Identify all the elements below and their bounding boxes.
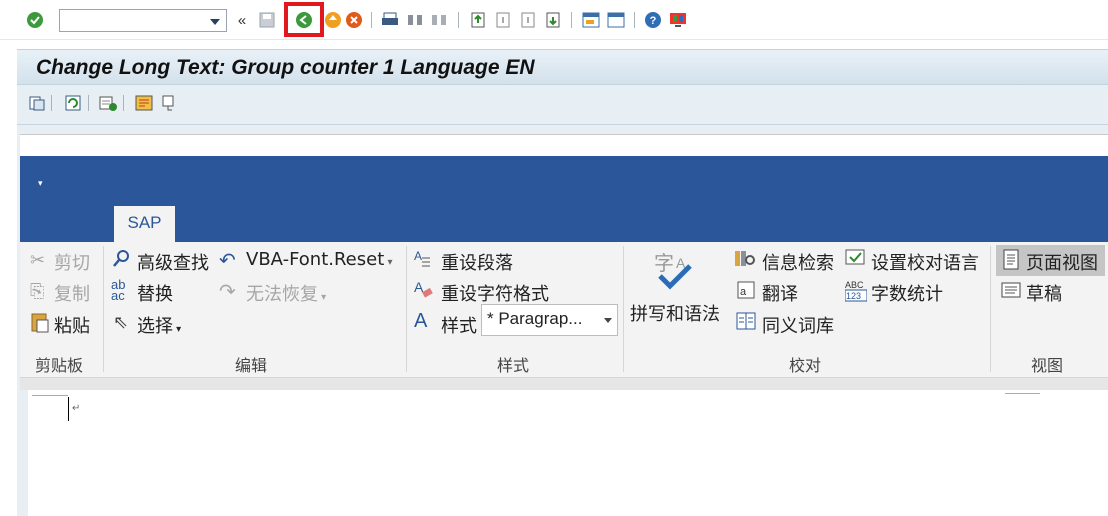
application-toolbar (17, 85, 1108, 125)
page-title: Change Long Text: Group counter 1 Langua… (36, 56, 535, 79)
word-count-button[interactable]: 字数统计 (871, 280, 943, 306)
styles-group-label: 样式 (497, 356, 530, 375)
translate-icon: a (736, 280, 756, 305)
generate-shortcut-icon[interactable] (607, 11, 625, 29)
refresh-icon[interactable] (64, 94, 82, 112)
paste-icon (30, 311, 50, 338)
margin-marker-right (1005, 393, 1040, 394)
select-cursor-icon: ⇖ (113, 312, 129, 332)
word-count-icon: ABC 123 (844, 279, 868, 308)
svg-text:a: a (740, 286, 747, 298)
styles-label: 样式 (441, 316, 477, 337)
cannot-undo-button[interactable]: 无法恢复 ▾ (246, 280, 326, 306)
thesaurus-button[interactable]: 同义词库 (762, 312, 834, 338)
vba-font-reset-button[interactable]: VBA-Font.Reset ▾ (246, 249, 392, 270)
exit-icon[interactable] (324, 11, 342, 29)
document-ruler-area (20, 378, 1108, 390)
scissors-icon: ✂ (30, 250, 46, 270)
page-view-button[interactable]: 页面视图 (1026, 249, 1098, 275)
quick-access-toolbar-icon[interactable]: ▾ (38, 178, 43, 189)
edit-group-label: 编辑 (235, 356, 268, 375)
find-icon[interactable] (406, 11, 424, 29)
command-field-dropdown-icon[interactable] (210, 19, 220, 25)
save-icon[interactable] (258, 11, 276, 29)
select-button[interactable]: 选择 ▾ (137, 312, 181, 338)
copy-icon: ⎘ (30, 281, 45, 301)
replace-icon: ab ac (111, 277, 126, 303)
undo-icon: ↶ (219, 250, 236, 272)
format-icon[interactable] (135, 94, 153, 112)
next-page-icon[interactable] (519, 11, 537, 29)
margin-marker-left (32, 395, 68, 396)
view-group-label: 视图 (1031, 356, 1064, 375)
insert-line-icon[interactable] (99, 94, 117, 112)
cut-button[interactable]: 剪切 (54, 249, 90, 275)
research-button[interactable]: 信息检索 (762, 249, 834, 275)
command-field[interactable] (59, 9, 227, 32)
search-icon (112, 249, 130, 274)
chevron-down-icon[interactable] (604, 318, 612, 323)
paste-button[interactable]: 粘贴 (54, 312, 90, 338)
back-button-highlight (284, 2, 324, 37)
proofing-group-label: 校对 (789, 356, 822, 375)
word-ribbon-header (20, 156, 1108, 242)
page-view-icon (1002, 249, 1020, 276)
reset-paragraph-button[interactable]: 重设段落 (441, 249, 513, 275)
spelling-grammar-button[interactable]: 拼写和语法 (630, 300, 720, 326)
advanced-find-button[interactable]: 高级查找 (137, 249, 209, 275)
style-select[interactable]: * Paragrap... (481, 304, 618, 336)
copy-button[interactable]: 复制 (54, 280, 90, 306)
text-cursor (68, 397, 69, 421)
reset-paragraph-icon: A (414, 248, 434, 273)
svg-text:?: ? (650, 15, 657, 27)
create-session-icon[interactable] (582, 11, 600, 29)
thesaurus-icon (736, 311, 756, 336)
reset-char-format-button[interactable]: 重设字符格式 (441, 280, 549, 306)
replace-button[interactable]: 替换 (137, 280, 173, 306)
reset-char-format-icon: A (414, 279, 434, 304)
document-editing-area[interactable] (28, 390, 1108, 516)
display-change-icon[interactable] (28, 94, 46, 112)
set-language-icon (845, 248, 867, 273)
enter-icon[interactable] (26, 11, 44, 29)
word-top-border (20, 134, 1108, 156)
find-next-icon[interactable] (430, 11, 448, 29)
translate-button[interactable]: 翻译 (762, 280, 798, 306)
svg-text:A: A (414, 249, 422, 263)
sap-system-toolbar: « ? (0, 0, 1108, 40)
help-icon[interactable]: ? (644, 11, 662, 29)
styles-icon: A (414, 310, 428, 332)
svg-text:ABC: ABC (845, 280, 864, 290)
draft-button[interactable]: 草稿 (1026, 280, 1062, 306)
paragraph-mark: ↵ (72, 403, 81, 414)
clipboard-group-label: 剪贴板 (35, 356, 84, 375)
screen-title-bar: Change Long Text: Group counter 1 Langua… (17, 49, 1108, 85)
tab-sap[interactable]: SAP (114, 206, 175, 242)
svg-text:字: 字 (654, 251, 674, 275)
expand-icon[interactable] (160, 94, 178, 112)
first-page-icon[interactable] (469, 11, 487, 29)
collapse-command-field-icon[interactable]: « (233, 11, 251, 29)
research-icon (734, 248, 756, 275)
cancel-icon[interactable] (345, 11, 363, 29)
set-proofing-language-button[interactable]: 设置校对语言 (871, 249, 979, 275)
print-icon[interactable] (381, 11, 399, 29)
last-page-icon[interactable] (544, 11, 562, 29)
redo-icon: ↷ (219, 281, 236, 303)
previous-page-icon[interactable] (494, 11, 512, 29)
svg-text:123: 123 (846, 291, 861, 301)
spelling-check-icon: 字A (654, 248, 694, 295)
draft-icon (1001, 281, 1021, 304)
customize-layout-icon[interactable] (669, 11, 687, 29)
